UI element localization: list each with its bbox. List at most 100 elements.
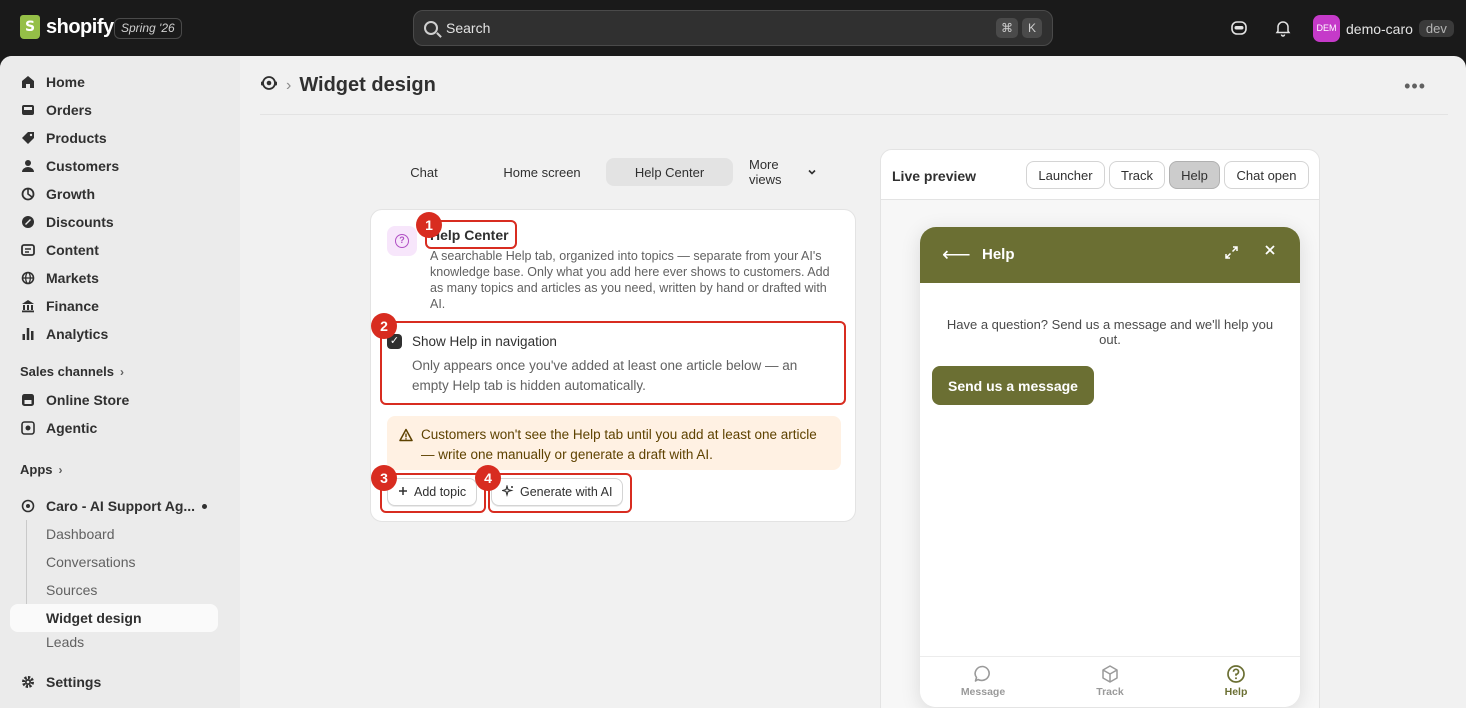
- sidebar-item-analytics[interactable]: Analytics: [10, 320, 218, 348]
- preview-mode-help[interactable]: Help: [1169, 161, 1220, 189]
- send-message-button[interactable]: Send us a message: [932, 366, 1094, 405]
- user-menu[interactable]: DEM demo-caro dev: [1313, 15, 1454, 42]
- main-content: › Widget design ••• Chat Home screen Hel…: [240, 56, 1466, 708]
- banner-text: Customers won't see the Help tab until y…: [421, 427, 817, 462]
- more-actions-icon[interactable]: •••: [1404, 76, 1426, 97]
- sidebar-item-label: Products: [46, 130, 107, 146]
- sidebar-subitem-leads[interactable]: Leads: [10, 634, 218, 650]
- live-preview-panel: Live preview Launcher Track Help Chat op…: [880, 149, 1320, 708]
- sales-channels-heading[interactable]: Sales channels ›: [20, 364, 124, 379]
- page-title: Widget design: [299, 74, 436, 96]
- sidebar-item-growth[interactable]: Growth: [10, 180, 218, 208]
- tab-more-views[interactable]: More views: [733, 157, 833, 187]
- logo-text: shopify: [46, 15, 114, 38]
- search-input[interactable]: [446, 20, 992, 36]
- widget-nav-help[interactable]: Help: [1196, 663, 1276, 698]
- sidebar-item-products[interactable]: Products: [10, 124, 218, 152]
- agentic-icon: [20, 420, 36, 436]
- close-icon[interactable]: [1263, 242, 1277, 262]
- main-frame: Home Orders Products Customers Growth Di…: [0, 56, 1466, 708]
- sidebar-subitem-sources[interactable]: Sources: [10, 576, 218, 604]
- search-icon: [424, 21, 438, 35]
- widget-nav-label: Message: [960, 686, 1006, 698]
- apps-heading[interactable]: Apps ›: [20, 462, 63, 477]
- sidebar-item-content[interactable]: Content: [10, 236, 218, 264]
- back-arrow-icon[interactable]: ⟵: [942, 242, 971, 267]
- edition-badge: Spring '26: [114, 18, 182, 39]
- package-icon: [1070, 663, 1150, 685]
- question-mark-icon: ?: [395, 234, 409, 248]
- widget-nav-label: Help: [1224, 686, 1248, 698]
- sidebar-item-caro-app[interactable]: Caro - AI Support Ag...: [10, 492, 218, 520]
- shortcut-key-cmd: ⌘: [996, 18, 1018, 38]
- widget-message: Have a question? Send us a message and w…: [946, 317, 1274, 347]
- sidebar-item-discounts[interactable]: Discounts: [10, 208, 218, 236]
- sidebar-item-label: Caro - AI Support Ag...: [46, 498, 196, 514]
- sidebar-item-label: Growth: [46, 186, 95, 202]
- sidebar-item-markets[interactable]: Markets: [10, 264, 218, 292]
- sidebar-item-label: Content: [46, 242, 99, 258]
- annotation-box-4: [488, 473, 632, 513]
- sidebar-item-orders[interactable]: Orders: [10, 96, 218, 124]
- preview-mode-launcher[interactable]: Launcher: [1026, 161, 1105, 189]
- globe-icon: [20, 270, 36, 286]
- chevron-right-icon: ›: [119, 364, 124, 379]
- inbox-icon: [20, 102, 36, 118]
- annotation-badge-2: 2: [371, 313, 397, 339]
- sidebar-subitem-conversations[interactable]: Conversations: [10, 548, 218, 576]
- widget-header: ⟵ Help: [920, 227, 1300, 283]
- tab-chat[interactable]: Chat: [370, 158, 478, 186]
- sidebar-item-online-store[interactable]: Online Store: [10, 386, 218, 414]
- sidebar-item-label: Home: [46, 74, 85, 90]
- widget-nav-label: Track: [1096, 686, 1124, 698]
- annotation-badge-1: 1: [416, 212, 442, 238]
- bank-icon: [20, 298, 36, 314]
- sidebar-item-finance[interactable]: Finance: [10, 292, 218, 320]
- tab-help-center[interactable]: Help Center: [606, 158, 733, 186]
- sidekick-icon[interactable]: [1229, 18, 1249, 38]
- preview-mode-track[interactable]: Track: [1109, 161, 1165, 189]
- sidebar-item-label: Analytics: [46, 326, 109, 342]
- chat-bubble-icon: [943, 663, 1023, 685]
- widget-nav-message[interactable]: Message: [943, 663, 1023, 698]
- section-title-text: Apps: [20, 462, 53, 477]
- chevron-down-icon: [807, 165, 817, 180]
- widget-nav-track[interactable]: Track: [1070, 663, 1150, 698]
- bell-icon[interactable]: [1273, 18, 1293, 38]
- search-bar[interactable]: ⌘ K: [413, 10, 1053, 46]
- sidebar-item-label: Settings: [46, 674, 102, 690]
- sidebar-item-home[interactable]: Home: [10, 68, 218, 96]
- expand-icon[interactable]: [1224, 245, 1239, 264]
- sidebar-item-label: Customers: [46, 158, 120, 174]
- header-divider: [260, 114, 1448, 115]
- section-title-text: Sales channels: [20, 364, 114, 379]
- sidebar: Home Orders Products Customers Growth Di…: [0, 56, 240, 708]
- gear-icon: [20, 674, 36, 690]
- preview-header: Live preview Launcher Track Help Chat op…: [881, 150, 1319, 200]
- warning-icon: [399, 428, 413, 442]
- help-center-icon: ?: [387, 226, 417, 256]
- caro-app-icon: [20, 498, 36, 514]
- sidebar-item-label: Orders: [46, 102, 92, 118]
- card-description: A searchable Help tab, organized into to…: [430, 249, 830, 311]
- user-name: demo-caro: [1346, 20, 1413, 37]
- tab-home-screen[interactable]: Home screen: [478, 158, 606, 186]
- sidebar-item-label: Finance: [46, 298, 99, 314]
- sidebar-item-agentic[interactable]: Agentic: [10, 414, 218, 442]
- shopify-bag-icon: [20, 15, 40, 39]
- sidebar-subitem-dashboard[interactable]: Dashboard: [10, 520, 218, 548]
- sidebar-subitem-widget-design[interactable]: Widget design: [10, 604, 218, 632]
- sidebar-item-settings[interactable]: Settings: [10, 668, 218, 696]
- caro-app-breadcrumb-icon[interactable]: [260, 74, 278, 97]
- env-badge: dev: [1418, 20, 1454, 37]
- preview-mode-chat-open[interactable]: Chat open: [1224, 161, 1309, 189]
- sidebar-item-label: Markets: [46, 270, 99, 286]
- sidebar-item-customers[interactable]: Customers: [10, 152, 218, 180]
- pinned-dot-icon: [202, 504, 207, 509]
- person-icon: [20, 158, 36, 174]
- design-tabs: Chat Home screen Help Center More views: [370, 157, 833, 187]
- warning-banner: Customers won't see the Help tab until y…: [387, 416, 841, 470]
- annotation-badge-4: 4: [475, 465, 501, 491]
- widget-bottom-nav: Message Track Help: [920, 656, 1300, 707]
- shopify-logo[interactable]: shopify: [20, 15, 114, 39]
